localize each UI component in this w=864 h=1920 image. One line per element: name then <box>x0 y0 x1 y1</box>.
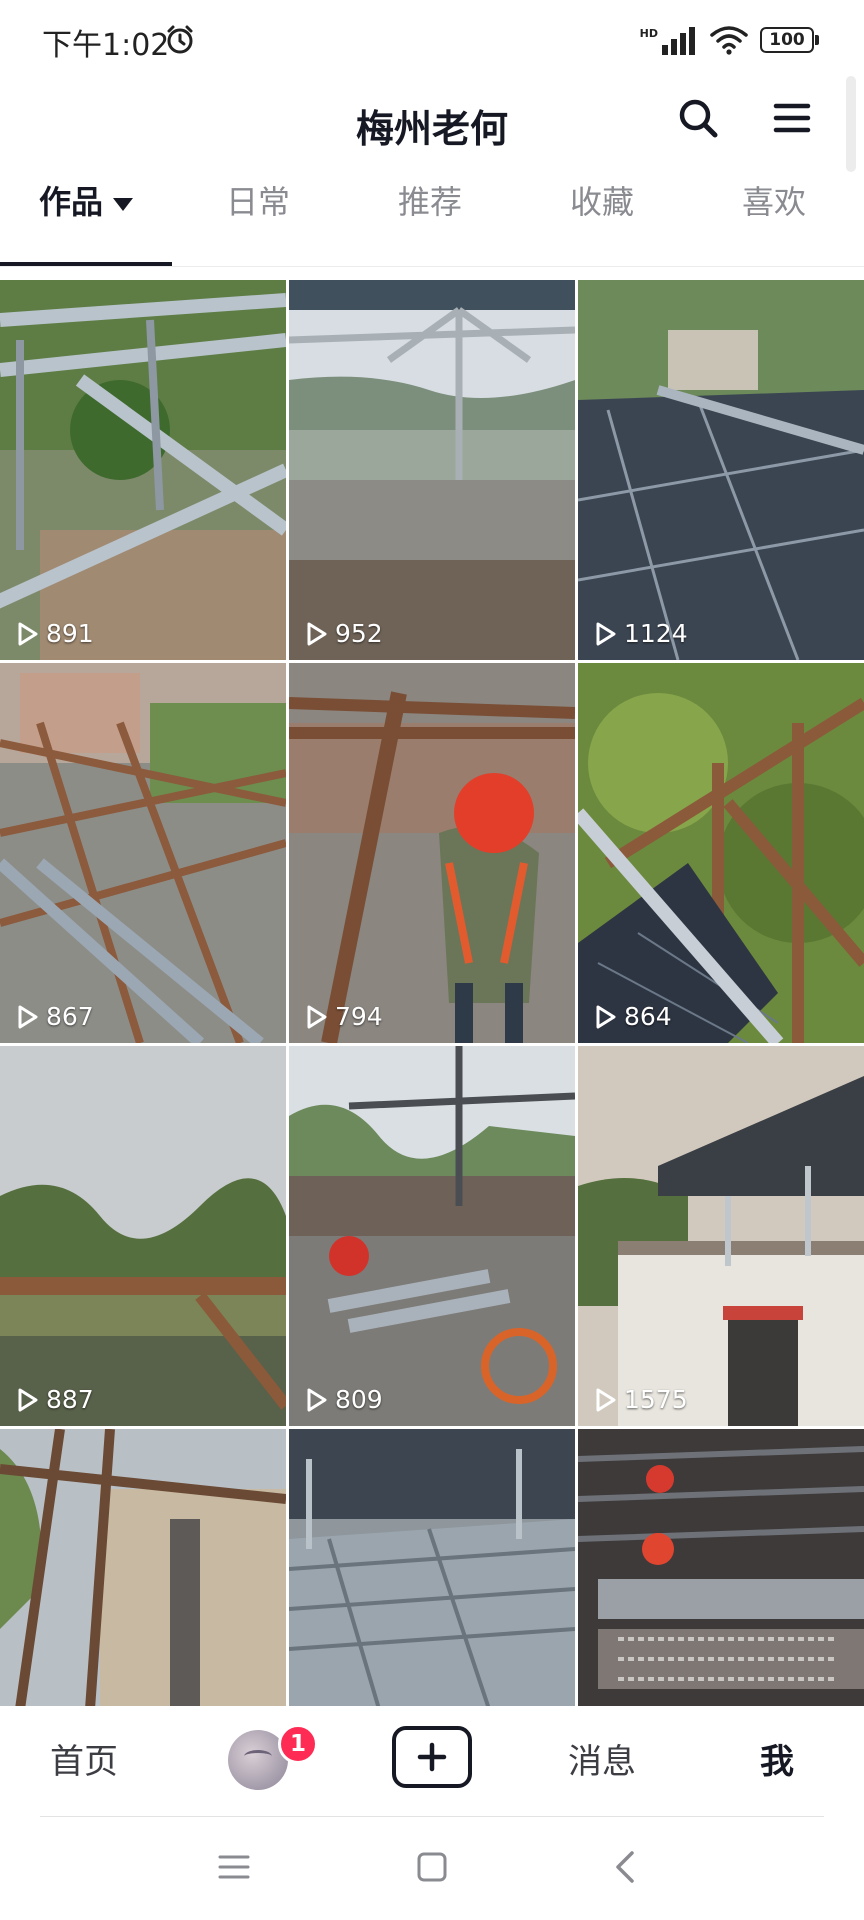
status-bar: 下午1:02 HD 100 <box>0 0 864 80</box>
wifi-icon <box>710 26 748 55</box>
nav-home[interactable]: 首页 <box>50 1734 118 1783</box>
scroll-indicator <box>846 76 856 172</box>
play-count: 809 <box>303 1385 383 1414</box>
play-icon <box>307 1388 327 1411</box>
battery-indicator: 100 <box>760 27 819 53</box>
plus-icon <box>417 1742 447 1772</box>
nav-me[interactable]: 我 <box>760 1734 794 1783</box>
thumbnail-image <box>578 663 864 1043</box>
video-grid: 891 952 1124 867 794 864 887 809 1575 <box>0 280 864 1706</box>
play-count-value: 952 <box>335 619 383 648</box>
search-icon[interactable] <box>676 96 720 140</box>
video-thumbnail[interactable] <box>289 1429 575 1706</box>
play-count: 794 <box>303 1002 383 1031</box>
play-count-value: 867 <box>46 1002 94 1031</box>
system-navigation <box>0 1817 864 1920</box>
play-count: 867 <box>14 1002 94 1031</box>
video-thumbnail[interactable]: 887 <box>0 1046 286 1426</box>
play-count-value: 1124 <box>624 619 688 648</box>
caret-down-icon <box>113 197 133 211</box>
video-thumbnail[interactable]: 809 <box>289 1046 575 1426</box>
hd-label: HD <box>639 27 658 40</box>
play-count: 1124 <box>592 619 688 648</box>
video-thumbnail[interactable]: 891 <box>0 280 286 660</box>
tab-daily[interactable]: 日常 <box>172 178 344 238</box>
play-count-value: 891 <box>46 619 94 648</box>
video-thumbnail[interactable]: 794 <box>289 663 575 1043</box>
play-icon <box>596 622 616 645</box>
create-button[interactable] <box>392 1726 472 1788</box>
thumbnail-image <box>0 1046 286 1426</box>
thumbnail-image <box>289 280 575 660</box>
thumbnail-image <box>289 663 575 1043</box>
signal-icon <box>662 27 695 55</box>
video-thumbnail[interactable]: 1575 <box>578 1046 864 1426</box>
status-time: 下午1:02 <box>42 28 170 63</box>
thumbnail-image <box>578 1046 864 1426</box>
nav-messages[interactable]: 消息 <box>568 1734 636 1783</box>
video-thumbnail[interactable] <box>0 1429 286 1706</box>
status-icons: HD 100 <box>639 22 819 58</box>
tab-likes[interactable]: 喜欢 <box>688 178 860 238</box>
menu-icon[interactable] <box>772 100 812 136</box>
thumbnail-image <box>0 1429 286 1706</box>
play-icon <box>18 1005 38 1028</box>
play-count: 952 <box>303 619 383 648</box>
play-count-value: 864 <box>624 1002 672 1031</box>
play-count-value: 794 <box>335 1002 383 1031</box>
play-icon <box>18 1388 38 1411</box>
play-icon <box>596 1005 616 1028</box>
alarm-icon <box>167 25 193 54</box>
play-icon <box>18 622 38 645</box>
notification-badge: 1 <box>278 1724 318 1764</box>
thumbnail-image <box>0 280 286 660</box>
video-thumbnail[interactable]: 864 <box>578 663 864 1043</box>
play-count: 864 <box>592 1002 672 1031</box>
tab-works-label: 作品 <box>38 183 103 221</box>
play-icon <box>307 622 327 645</box>
profile-page: 下午1:02 HD 100 梅州老何 作品 日常 推荐 收藏 喜欢 891 95… <box>0 0 864 1920</box>
play-count: 891 <box>14 619 94 648</box>
recent-apps-icon[interactable] <box>214 1847 254 1887</box>
tab-favorites[interactable]: 收藏 <box>516 178 688 238</box>
play-icon <box>307 1005 327 1028</box>
tab-works[interactable]: 作品 <box>0 178 172 238</box>
play-count: 1575 <box>592 1385 688 1414</box>
thumbnail-image <box>578 280 864 660</box>
play-count-value: 887 <box>46 1385 94 1414</box>
header-divider <box>0 266 864 267</box>
thumbnail-image <box>578 1429 864 1706</box>
video-thumbnail[interactable]: 867 <box>0 663 286 1043</box>
play-count-value: 1575 <box>624 1385 688 1414</box>
tab-recommended[interactable]: 推荐 <box>344 178 516 238</box>
thumbnail-image <box>0 663 286 1043</box>
profile-header: 梅州老何 作品 日常 推荐 收藏 喜欢 <box>0 76 864 267</box>
profile-tabs: 作品 日常 推荐 收藏 喜欢 <box>0 178 864 238</box>
back-icon[interactable] <box>606 1847 646 1887</box>
play-count-value: 809 <box>335 1385 383 1414</box>
home-icon[interactable] <box>412 1847 452 1887</box>
play-count: 887 <box>14 1385 94 1414</box>
bottom-navigation: 首页 1 消息 我 <box>0 1706 864 1816</box>
thumbnail-image <box>289 1429 575 1706</box>
video-thumbnail[interactable]: 1124 <box>578 280 864 660</box>
thumbnail-image <box>289 1046 575 1426</box>
page-title: 梅州老何 <box>355 107 508 151</box>
play-icon <box>596 1388 616 1411</box>
video-thumbnail[interactable]: 952 <box>289 280 575 660</box>
video-thumbnail[interactable] <box>578 1429 864 1706</box>
